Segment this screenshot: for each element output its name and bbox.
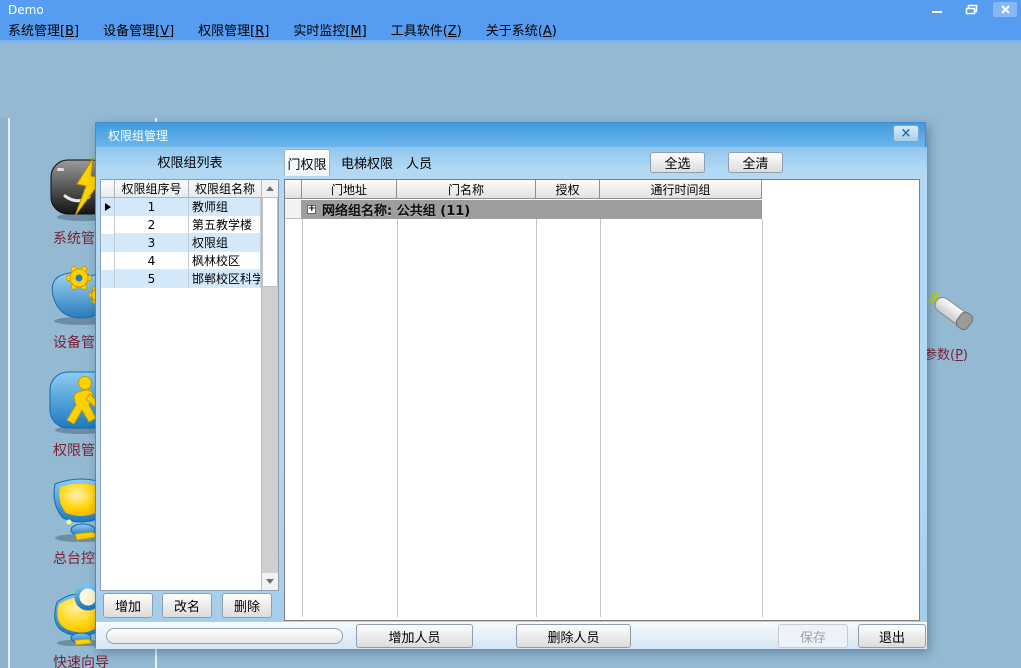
door-group-row[interactable]: + 网络组名称: 公共组 (11) [302,200,762,219]
menu-item-tools[interactable]: 工具软件(Z) [391,20,462,39]
scroll-up-button[interactable] [262,180,278,197]
door-header-name: 门名称 [397,180,536,199]
params-label: 参数(P) [924,344,996,363]
expand-icon[interactable]: + [307,205,316,214]
close-icon [1000,4,1011,15]
close-button[interactable] [993,2,1017,17]
header-group-id: 权限组序号 [115,180,189,198]
menu-bar: 系统管理[B] 设备管理[V] 权限管理[R] 实时监控[M] 工具软件(Z) … [0,19,1021,40]
add-group-button[interactable]: 增加 [103,593,153,618]
dialog-body: 权限组列表 门权限 电梯权限 人员 全选 全清 权限组序号 权限组名称 1 教师… [96,147,927,649]
group-row-selector [285,200,302,219]
group-row-2[interactable]: 2 第五教学楼 [101,216,278,234]
sidebar-item-label: 快速向导 [40,652,122,668]
door-group-label: 网络组名称: 公共组 (11) [322,200,470,219]
permission-group-dialog: 权限组管理 × 权限组列表 门权限 电梯权限 人员 全选 全清 权限组序号 权限… [95,122,926,648]
left-edge-strip [0,118,8,668]
restore-button[interactable] [959,2,983,17]
group-list-title: 权限组列表 [100,152,280,171]
cell-group-name: 枫林校区 [189,252,261,270]
scroll-up-icon [266,186,274,191]
close-icon: × [901,127,912,140]
scroll-down-button[interactable] [262,573,278,590]
menu-item-system[interactable]: 系统管理[B] [8,20,79,39]
tab-personnel[interactable]: 人员 [402,149,436,176]
scrollbar-thumb[interactable] [262,197,278,287]
select-all-button[interactable]: 全选 [650,152,705,173]
header-selector-cell [101,180,115,198]
column-line [302,219,303,617]
door-header-address: 门地址 [302,180,397,199]
door-header-timegroup: 通行时间组 [600,180,762,199]
group-list-table: 权限组序号 权限组名称 1 教师组 2 第五教学楼 3 权限组 [100,179,279,591]
row-selector [101,252,115,270]
cell-group-name: 权限组 [189,234,261,252]
exit-button[interactable]: 退出 [858,624,926,648]
column-line [536,219,537,617]
pen-icon [924,292,986,338]
cell-group-id: 3 [115,234,189,252]
cell-group-id: 2 [115,216,189,234]
window-titlebar[interactable]: Demo [0,0,1021,19]
column-line [397,219,398,617]
tab-elevator-permission[interactable]: 电梯权限 [336,149,398,176]
tab-door-permission[interactable]: 门权限 [284,149,330,176]
row-selector [101,234,115,252]
group-list-scrollbar[interactable] [261,180,278,590]
screen: Demo 系统管理[B] 设备管理[V] 权限管理[R] 实时监控[M] 工具软… [0,0,1021,668]
delete-group-button[interactable]: 删除 [222,593,272,618]
group-row-5[interactable]: 5 邯郸校区科学 [101,270,278,288]
column-line [600,219,601,617]
minimize-button[interactable] [925,2,949,17]
menu-item-about[interactable]: 关于系统(A) [486,20,557,39]
group-row-3[interactable]: 3 权限组 [101,234,278,252]
menu-item-device[interactable]: 设备管理[V] [103,20,174,39]
row-selector [101,270,115,288]
cell-group-id: 4 [115,252,189,270]
params-shortcut[interactable]: 参数(P) [924,292,996,363]
clear-all-button[interactable]: 全清 [728,152,783,173]
door-permission-table: 门地址 门名称 授权 通行时间组 + 网络组名称: 公共组 (11) [284,179,920,621]
current-row-marker [105,203,111,211]
scroll-down-icon [266,579,274,584]
group-list-header: 权限组序号 权限组名称 [101,180,278,198]
menu-item-permission[interactable]: 权限管理[R] [198,20,269,39]
dialog-titlebar[interactable]: 权限组管理 × [96,123,925,147]
door-header-authorize: 授权 [536,180,600,199]
group-row-4[interactable]: 4 枫林校区 [101,252,278,270]
group-row-1[interactable]: 1 教师组 [101,198,278,216]
cell-group-name: 邯郸校区科学 [189,270,261,288]
row-selector [101,198,115,216]
sidebar-left-border [8,118,10,668]
cell-group-name: 教师组 [189,198,261,216]
add-person-button[interactable]: 增加人员 [356,624,473,648]
cell-group-name: 第五教学楼 [189,216,261,234]
restore-icon [965,4,978,15]
minimize-icon [931,5,943,15]
door-header-selector [285,180,302,199]
cell-group-id: 5 [115,270,189,288]
window-title: Demo [0,3,44,17]
header-group-name: 权限组名称 [189,180,262,198]
column-line [762,219,763,617]
rename-group-button[interactable]: 改名 [162,593,212,618]
dialog-footer: 增加人员 删除人员 保存 退出 [96,621,927,649]
menu-item-monitor[interactable]: 实时监控[M] [293,20,366,39]
progress-bar [106,628,343,644]
dialog-close-button[interactable]: × [893,125,919,142]
cell-group-id: 1 [115,198,189,216]
save-button[interactable]: 保存 [778,624,848,648]
row-selector [101,216,115,234]
dialog-title: 权限组管理 [96,127,168,144]
menu-bottom-stripe [0,40,1021,43]
delete-person-button[interactable]: 删除人员 [516,624,631,648]
